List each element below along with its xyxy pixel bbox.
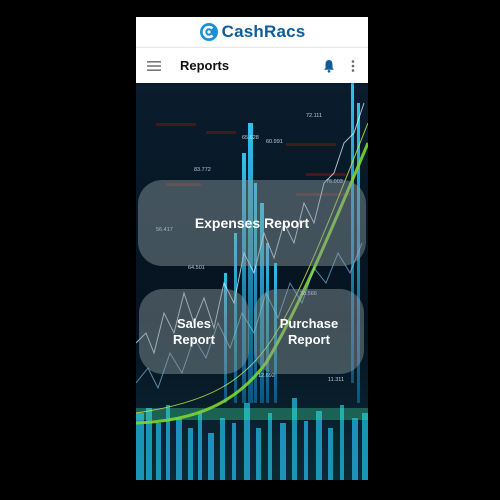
vertical-dots-icon[interactable] — [346, 57, 360, 75]
ticker-number: 12.692 — [258, 373, 275, 379]
phone-screen: CashRacs Reports 65.628 72.111 60.991 83… — [136, 17, 368, 480]
ticker-number: 65.628 — [242, 135, 259, 141]
sales-report-label: Sales Report — [173, 315, 215, 347]
purchase-report-label: Purchase Report — [279, 315, 339, 347]
expenses-report-label: Expenses Report — [194, 215, 310, 231]
ticker-number: 60.991 — [266, 139, 283, 145]
cashracs-logo-icon — [199, 23, 218, 41]
reports-content: 65.628 72.111 60.991 83.772 64.501 56.41… — [136, 83, 368, 480]
brand-name: CashRacs — [221, 22, 306, 41]
expenses-report-button[interactable]: Expenses Report — [138, 180, 366, 266]
bell-icon[interactable] — [320, 57, 338, 75]
stock-chart-background-image: 65.628 72.111 60.991 83.772 64.501 56.41… — [136, 83, 368, 480]
ticker-number: 11.311 — [328, 377, 344, 383]
purchase-report-button[interactable]: Purchase Report — [254, 289, 364, 374]
sales-report-button[interactable]: Sales Report — [139, 289, 249, 374]
app-bar: Reports — [136, 47, 368, 83]
page-title: Reports — [180, 58, 230, 73]
ticker-number: 72.111 — [306, 113, 322, 119]
hamburger-menu-icon[interactable] — [144, 56, 164, 76]
ticker-number: 83.772 — [194, 167, 211, 173]
brand-header: CashRacs — [136, 17, 368, 47]
